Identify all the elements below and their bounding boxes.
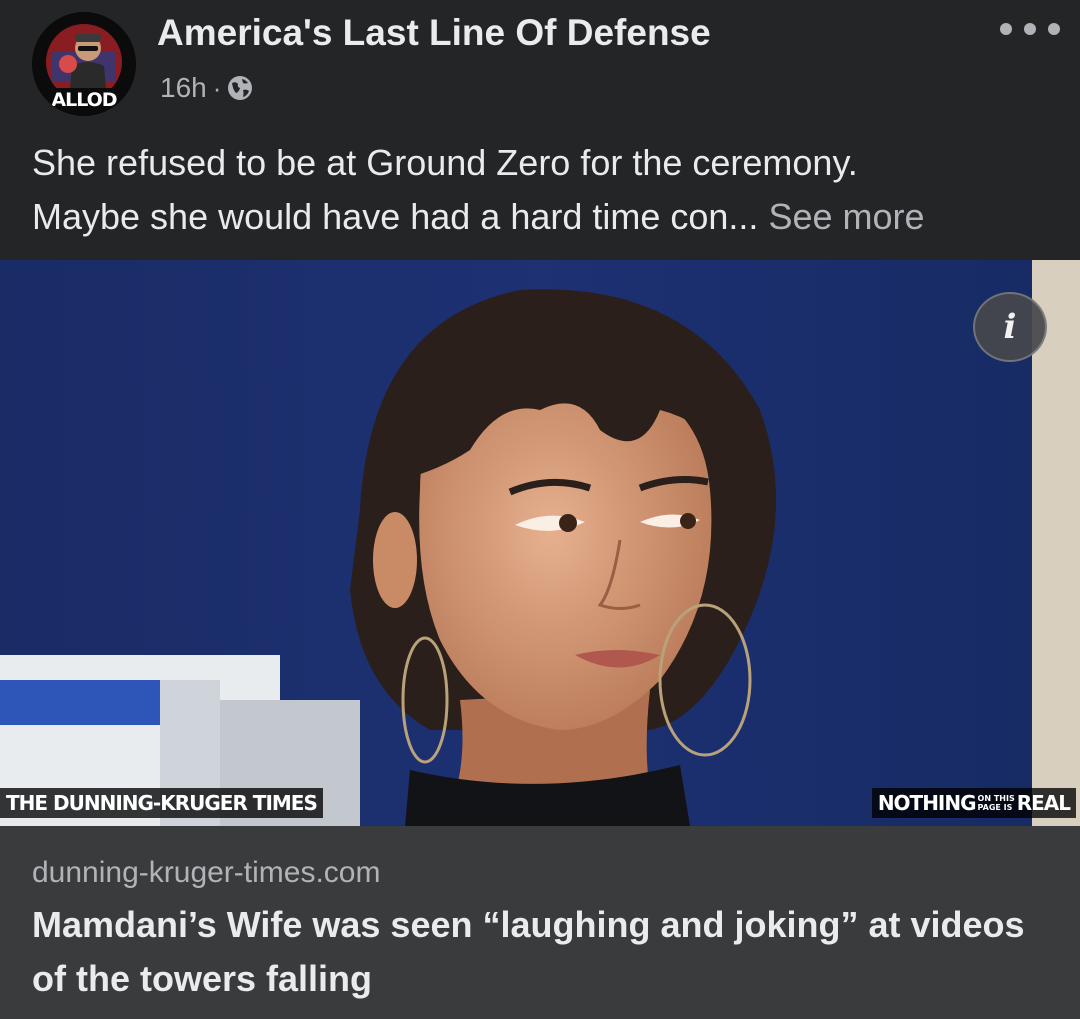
watermark-small-bottom: PAGE IS	[977, 803, 1013, 812]
link-headline[interactable]: Mamdani’s Wife was seen “laughing and jo…	[32, 898, 1062, 1006]
caption-line-1: She refused to be at Ground Zero for the…	[32, 142, 858, 183]
watermark-small-top: ON THIS	[977, 794, 1015, 803]
link-preview-image[interactable]: THE DUNNING-KRUGER TIMES NOTHING ON THIS…	[0, 260, 1080, 826]
post-header: ALLOD America's Last Line Of Defense 16h…	[0, 0, 1080, 120]
image-watermark-left: THE DUNNING-KRUGER TIMES	[0, 788, 323, 818]
page-avatar[interactable]: ALLOD	[32, 12, 136, 116]
see-more-link[interactable]: See more	[768, 196, 924, 237]
globe-icon[interactable]	[227, 75, 253, 101]
link-preview-card[interactable]: dunning-kruger-times.com Mamdani’s Wife …	[0, 826, 1080, 1019]
post-timestamp[interactable]: 16h	[160, 72, 207, 104]
watermark-right-word-2: REAL	[1016, 791, 1071, 815]
post-meta: 16h ·	[160, 68, 253, 108]
watermark-right-small: ON THIS PAGE IS	[978, 794, 1015, 812]
caption-truncated-text: Maybe she would have had a hard time con…	[32, 196, 759, 237]
dot-icon	[1000, 23, 1012, 35]
info-icon: i	[1003, 307, 1017, 347]
watermark-right-word-1: NOTHING	[877, 791, 977, 815]
headline-line-2: of the towers falling	[32, 958, 373, 999]
headline-line-1: Mamdani’s Wife was seen “laughing and jo…	[32, 904, 1025, 945]
more-options-icon[interactable]	[1000, 12, 1060, 46]
page-name-link[interactable]: America's Last Line Of Defense	[157, 12, 711, 54]
facebook-post: ALLOD America's Last Line Of Defense 16h…	[0, 0, 1080, 1019]
link-domain: dunning-kruger-times.com	[32, 856, 381, 889]
post-caption: She refused to be at Ground Zero for the…	[32, 136, 1062, 244]
dot-icon	[1048, 23, 1060, 35]
caption-line-2: Maybe she would have had a hard time con…	[32, 190, 1062, 244]
dot-icon	[1024, 23, 1036, 35]
info-icon-button[interactable]: i	[973, 292, 1047, 362]
avatar-label: ALLOD	[51, 89, 116, 111]
meta-separator: ·	[212, 72, 222, 103]
image-watermark-right: NOTHING ON THIS PAGE IS REAL	[871, 788, 1076, 818]
